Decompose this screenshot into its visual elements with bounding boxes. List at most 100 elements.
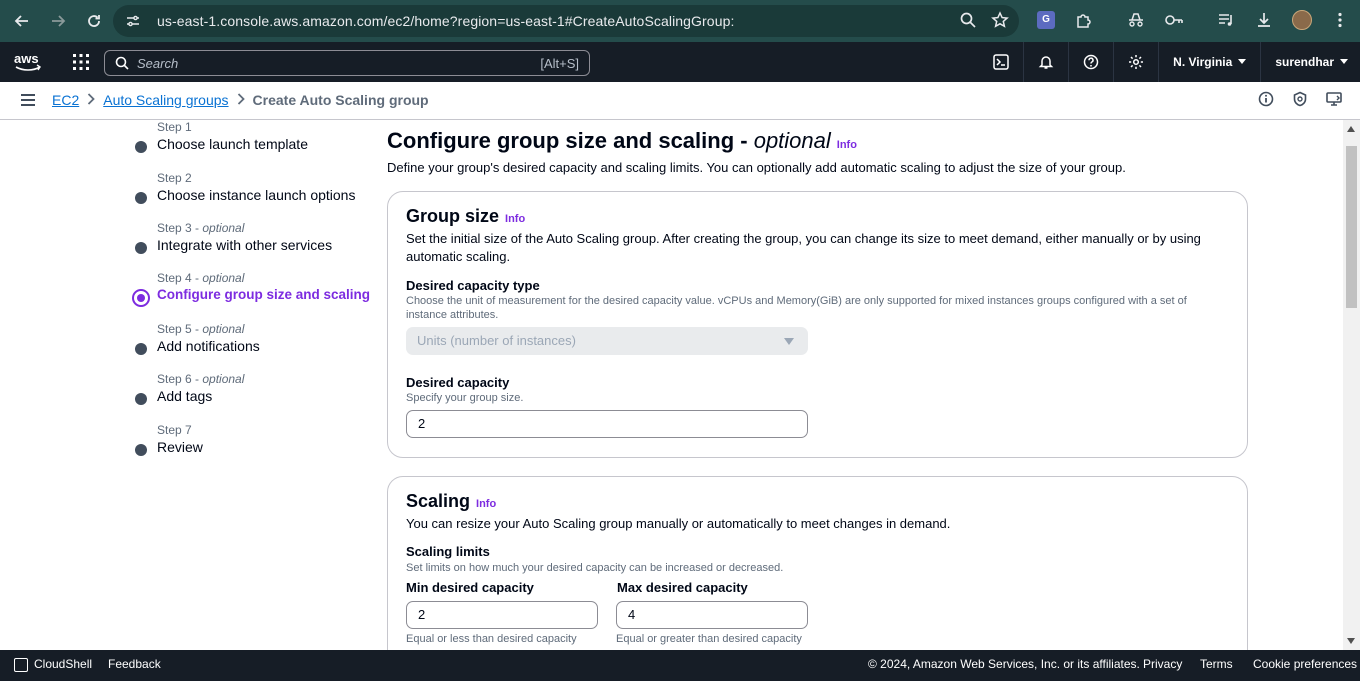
scrollbar-thumb[interactable] [1346, 146, 1357, 308]
search-icon [115, 56, 129, 70]
step-dot-icon [135, 393, 147, 405]
breadcrumb-ec2[interactable]: EC2 [52, 92, 79, 108]
scaling-container: Scaling Info You can resize your Auto Sca… [387, 476, 1248, 650]
translate-extension-icon[interactable]: G [1032, 6, 1060, 34]
hamburger-menu-icon[interactable] [20, 93, 36, 107]
password-key-icon[interactable] [1160, 6, 1188, 34]
services-grid-icon[interactable] [72, 53, 90, 71]
min-capacity-label: Min desired capacity [406, 580, 534, 595]
step-name[interactable]: Add tags [157, 388, 212, 404]
cloudshell-button[interactable] [979, 42, 1025, 82]
scroll-up-icon[interactable] [1347, 126, 1355, 132]
help-button[interactable] [1069, 42, 1115, 82]
forward-button[interactable] [40, 3, 76, 39]
min-capacity-constraint: Equal or less than desired capacity [406, 633, 577, 645]
step-name[interactable]: Integrate with other services [157, 237, 332, 253]
step-dot-icon [135, 192, 147, 204]
step-name[interactable]: Configure group size and scaling [157, 287, 370, 302]
security-shield-icon[interactable] [1292, 91, 1308, 107]
info-panel-icon[interactable] [1258, 91, 1274, 107]
group-size-container: Group size Info Set the initial size of t… [387, 191, 1248, 458]
scaling-info-link[interactable]: Info [476, 498, 496, 510]
group-size-info-link[interactable]: Info [505, 213, 525, 225]
footer-cloudshell-link[interactable]: CloudShell [34, 657, 92, 671]
user-label: surendhar [1275, 55, 1334, 69]
media-queue-icon[interactable] [1212, 6, 1240, 34]
reload-icon [88, 15, 100, 27]
back-button[interactable] [4, 3, 40, 39]
page-info-link[interactable]: Info [837, 139, 857, 151]
step-dot-icon [135, 343, 147, 355]
tutorial-panel-icon[interactable] [1326, 91, 1342, 107]
step-name[interactable]: Choose launch template [157, 136, 308, 152]
page-scrollbar[interactable] [1343, 120, 1360, 650]
aws-logo-icon[interactable]: aws [14, 51, 44, 73]
capacity-type-help: Choose the unit of measurement for the d… [406, 295, 1187, 321]
step-dot-icon [135, 141, 147, 153]
scroll-down-icon[interactable] [1347, 638, 1355, 644]
desired-capacity-input[interactable]: 2 [406, 410, 808, 438]
chrome-menu-icon[interactable] [1326, 6, 1354, 34]
footer-terms-link[interactable]: Terms [1200, 657, 1233, 671]
bell-icon [1038, 56, 1054, 69]
caret-down-icon [1340, 59, 1348, 64]
step-number: Step 7 [157, 423, 192, 437]
step-dot-icon [135, 242, 147, 254]
site-settings-icon[interactable] [125, 13, 141, 29]
scaling-limits-label: Scaling limits [406, 544, 490, 559]
footer-privacy-link[interactable]: Privacy [1143, 657, 1182, 671]
reload-button[interactable] [76, 3, 112, 39]
step-dot-icon [135, 444, 147, 456]
download-icon[interactable] [1250, 6, 1278, 34]
incognito-icon[interactable] [1122, 6, 1150, 34]
zoom-icon[interactable] [959, 11, 977, 29]
caret-down-icon [1238, 59, 1247, 64]
step-number: Step 1 [157, 120, 192, 134]
step-number: Step 3 - optional [157, 221, 245, 235]
cloudshell-icon [14, 658, 28, 672]
footer-cookie-link[interactable]: Cookie preferences [1253, 657, 1357, 671]
max-capacity-input[interactable]: 4 [616, 601, 808, 629]
breadcrumb-auto-scaling-groups[interactable]: Auto Scaling groups [103, 92, 228, 108]
scaling-description: You can resize your Auto Scaling group m… [406, 516, 951, 531]
search-shortcut: [Alt+S] [540, 56, 579, 71]
breadcrumb: EC2 Auto Scaling groups Create Auto Scal… [52, 92, 429, 108]
step-name[interactable]: Review [157, 439, 203, 455]
desired-capacity-label: Desired capacity [406, 375, 510, 390]
step-number: Step 2 [157, 171, 192, 185]
step-number: Step 6 - optional [157, 372, 245, 386]
gear-icon [1129, 55, 1144, 69]
extensions-puzzle-icon[interactable] [1070, 6, 1098, 34]
region-selector[interactable]: N. Virginia [1159, 42, 1262, 82]
svg-text:aws: aws [14, 51, 39, 66]
browser-toolbar: us-east-1.console.aws.amazon.com/ec2/hom… [0, 0, 1360, 42]
url-text[interactable]: us-east-1.console.aws.amazon.com/ec2/hom… [157, 13, 734, 29]
profile-avatar[interactable] [1288, 6, 1316, 34]
step-name[interactable]: Choose instance launch options [157, 187, 355, 203]
address-bar[interactable]: us-east-1.console.aws.amazon.com/ec2/hom… [113, 5, 1019, 37]
caret-down-icon [784, 338, 794, 345]
console-footer: CloudShell Feedback © 2024, Amazon Web S… [0, 650, 1360, 681]
footer-feedback-link[interactable]: Feedback [108, 657, 161, 671]
capacity-type-label: Desired capacity type [406, 278, 540, 293]
scaling-limits-help: Set limits on how much your desired capa… [406, 562, 784, 574]
help-icon [1083, 54, 1099, 70]
page-title: Configure group size and scaling - optio… [387, 128, 857, 153]
bookmark-star-icon[interactable] [991, 11, 1009, 29]
account-menu[interactable]: surendhar [1261, 42, 1360, 82]
page-description: Define your group's desired capacity and… [387, 160, 1126, 175]
settings-button[interactable] [1114, 42, 1160, 82]
breadcrumb-bar: EC2 Auto Scaling groups Create Auto Scal… [0, 82, 1360, 120]
max-capacity-constraint: Equal or greater than desired capacity [616, 633, 802, 645]
min-capacity-input[interactable]: 2 [406, 601, 598, 629]
console-search-input[interactable]: Search [Alt+S] [104, 50, 590, 76]
step-current-icon [132, 289, 150, 307]
forward-arrow-icon [52, 15, 66, 27]
step-name[interactable]: Add notifications [157, 338, 260, 354]
region-label: N. Virginia [1173, 55, 1233, 69]
main-content: Step 1 Choose launch template Step 2 Cho… [0, 120, 1343, 650]
notifications-button[interactable] [1024, 42, 1070, 82]
footer-copyright: © 2024, Amazon Web Services, Inc. or its… [868, 657, 1140, 671]
step-number: Step 4 - optional [157, 271, 245, 285]
group-size-description: Set the initial size of the Auto Scaling… [406, 231, 1201, 264]
